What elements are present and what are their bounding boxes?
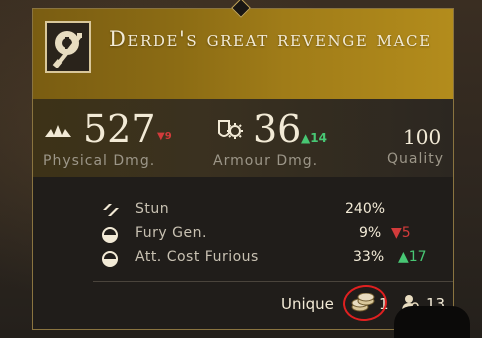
footer-divider: [93, 281, 453, 282]
attribute-value: 9%: [359, 225, 382, 241]
quality-value: 100: [403, 125, 442, 149]
attribute-value: 240%: [345, 201, 386, 217]
half-circle-icon: [102, 227, 118, 243]
half-circle-icon: [102, 251, 118, 267]
burst-icon: [45, 125, 71, 137]
attribute-delta: ▼5: [391, 225, 411, 241]
armour-dmg-label: Armour Dmg.: [213, 153, 319, 169]
armour-dmg-value: 36: [253, 107, 302, 151]
item-name: Derde's great revenge mace: [109, 27, 432, 51]
tooltip-footer: Unique 1 13: [33, 282, 453, 325]
stun-icon: [103, 204, 119, 216]
attribute-label: Att. Cost Furious: [135, 249, 259, 265]
item-tooltip: Derde's great revenge mace 527 ▼9 Physic…: [32, 0, 454, 330]
quality-label: Quality: [387, 151, 445, 167]
red-annotation-circle: [341, 282, 389, 324]
attribute-value: 33%: [353, 249, 385, 265]
physical-dmg-delta: ▼9: [157, 131, 172, 142]
attribute-row-fury: Fury Gen. 9% ▼5: [101, 224, 431, 246]
attribute-label: Stun: [135, 201, 170, 217]
attribute-label: Fury Gen.: [135, 225, 207, 241]
item-icon-frame: [45, 21, 91, 73]
attribute-row-stun: Stun 240%: [101, 200, 431, 222]
mace-icon: [52, 31, 82, 68]
dark-overlay-shape: [394, 306, 470, 338]
physical-dmg-label: Physical Dmg.: [43, 153, 156, 169]
attribute-delta: ▲17: [398, 249, 427, 265]
attribute-list: Stun 240% Fury Gen. 9% ▼5 Att. Cost Furi…: [33, 177, 453, 287]
shield-gear-icon: [218, 120, 243, 139]
armour-dmg-delta: ▲14: [301, 131, 327, 145]
attribute-row-att-cost: Att. Cost Furious 33% ▲17: [101, 248, 431, 270]
rarity-label: Unique: [281, 295, 334, 313]
physical-dmg-value: 527: [83, 107, 156, 151]
tooltip-header: Derde's great revenge mace: [33, 9, 453, 99]
stats-panel: 527 ▼9 Physical Dmg. 36 ▲14 Armour Dmg. …: [33, 99, 453, 177]
